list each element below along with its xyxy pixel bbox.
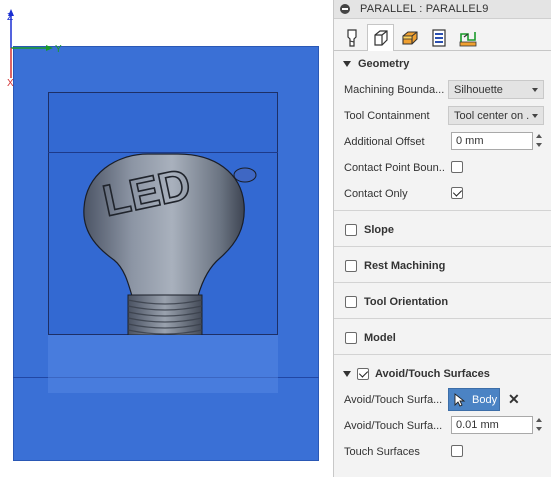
machining-boundary-dropdown[interactable]: Silhouette xyxy=(448,80,544,99)
spinner-up-icon xyxy=(536,134,542,138)
tool-containment-label: Tool Containment xyxy=(344,110,430,122)
tab-passes[interactable] xyxy=(425,24,452,50)
contact-only-label: Contact Only xyxy=(344,188,408,200)
model-checkbox[interactable] xyxy=(345,332,357,344)
slope-checkbox[interactable] xyxy=(345,224,357,236)
section-divider xyxy=(334,210,551,211)
slope-section-header[interactable]: Slope xyxy=(334,222,551,238)
avoid-touch-heading: Avoid/Touch Surfaces xyxy=(375,368,490,380)
tool-containment-value: Tool center on ... xyxy=(454,109,529,122)
tool-icon xyxy=(346,28,357,47)
rest-machining-checkbox[interactable] xyxy=(345,260,357,272)
graphics-viewport[interactable]: LED Z Y X xyxy=(0,0,333,477)
avoid-touch-clearance-spinner[interactable] xyxy=(535,416,543,434)
cursor-arrow-icon xyxy=(454,392,466,407)
section-divider xyxy=(334,246,551,247)
spinner-down-icon xyxy=(536,143,542,147)
expand-arrow-icon xyxy=(343,61,351,67)
heights-icon xyxy=(401,30,418,45)
avoid-touch-clearance-field[interactable]: 0.01 mm xyxy=(451,416,533,434)
axis-x-label: X xyxy=(7,78,14,88)
spinner-up-icon xyxy=(536,418,542,422)
rest-machining-heading: Rest Machining xyxy=(364,260,446,272)
linking-icon xyxy=(459,31,476,46)
avoid-touch-checkbox[interactable] xyxy=(357,368,369,380)
tool-containment-dropdown[interactable]: Tool center on ... xyxy=(448,106,544,125)
additional-offset-spinner[interactable] xyxy=(535,132,543,150)
tab-linking[interactable] xyxy=(454,24,481,50)
machining-boundary-label: Machining Bounda... xyxy=(344,84,444,96)
avoid-touch-surfaces-label: Avoid/Touch Surfa... xyxy=(344,394,443,406)
additional-offset-value: 0 mm xyxy=(456,135,484,147)
panel-title: PARALLEL : PARALLEL9 xyxy=(360,3,489,15)
geometry-section-header[interactable]: Geometry xyxy=(334,56,551,72)
additional-offset-label: Additional Offset xyxy=(344,136,425,148)
tool-orientation-checkbox[interactable] xyxy=(345,296,357,308)
rest-machining-section-header[interactable]: Rest Machining xyxy=(334,258,551,274)
contact-point-label: Contact Point Boun... xyxy=(344,162,444,174)
machining-boundary-value: Silhouette xyxy=(454,83,503,96)
expand-arrow-icon xyxy=(343,371,351,377)
chevron-down-icon xyxy=(532,87,538,92)
slope-heading: Slope xyxy=(364,224,394,236)
body-button-label: Body xyxy=(472,393,498,406)
section-divider xyxy=(334,354,551,355)
tab-heights[interactable] xyxy=(396,24,423,50)
geometry-icon xyxy=(373,30,388,46)
contact-only-checkbox[interactable] xyxy=(451,187,463,199)
spinner-down-icon xyxy=(536,427,542,431)
avoid-touch-clearance-label: Avoid/Touch Surfa... xyxy=(344,420,443,432)
bulb-model[interactable]: LED xyxy=(48,92,278,335)
axis-triad: Z Y X xyxy=(7,9,62,88)
chevron-down-icon xyxy=(532,113,538,118)
axis-z-label: Z xyxy=(7,12,13,23)
section-divider xyxy=(334,282,551,283)
model-section-header[interactable]: Model xyxy=(334,330,551,346)
body-selection-button[interactable]: Body xyxy=(448,388,500,411)
section-divider xyxy=(334,318,551,319)
collapse-icon[interactable] xyxy=(340,4,350,14)
touch-surfaces-checkbox[interactable] xyxy=(451,445,463,457)
touch-surfaces-label: Touch Surfaces xyxy=(344,446,420,458)
tab-geometry[interactable] xyxy=(367,24,394,51)
tab-strip xyxy=(334,19,551,51)
ghost-floor-region xyxy=(48,335,278,393)
clear-selection-icon[interactable]: ✕ xyxy=(508,392,520,406)
contact-point-checkbox[interactable] xyxy=(451,161,463,173)
avoid-touch-section-header[interactable]: Avoid/Touch Surfaces xyxy=(334,366,551,382)
tool-orientation-section-header[interactable]: Tool Orientation xyxy=(334,294,551,310)
avoid-touch-clearance-value: 0.01 mm xyxy=(456,419,499,431)
geometry-heading: Geometry xyxy=(358,58,410,70)
passes-icon xyxy=(431,28,446,47)
additional-offset-field[interactable]: 0 mm xyxy=(451,132,533,150)
tool-orientation-heading: Tool Orientation xyxy=(364,296,449,308)
axis-y-label: Y xyxy=(55,44,62,55)
tab-tool[interactable] xyxy=(338,24,365,50)
model-heading: Model xyxy=(364,332,396,344)
panel-header: PARALLEL : PARALLEL9 xyxy=(334,0,551,19)
